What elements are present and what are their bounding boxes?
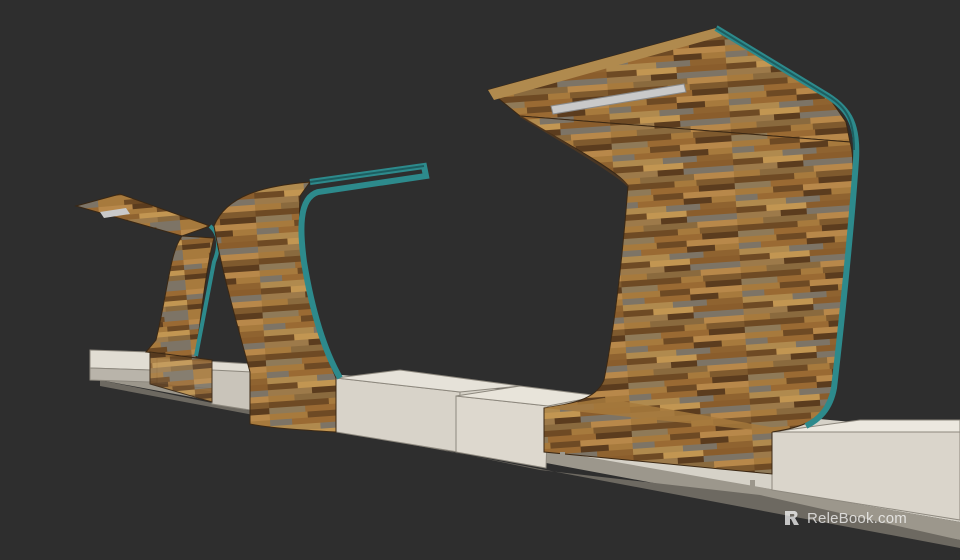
small-canopy bbox=[74, 193, 220, 359]
watermark: ReleBook.com bbox=[782, 506, 907, 530]
watermark-brand: ReleBook.com bbox=[807, 509, 907, 527]
render-scene bbox=[74, 25, 960, 548]
relebook-logo-icon bbox=[785, 511, 799, 525]
